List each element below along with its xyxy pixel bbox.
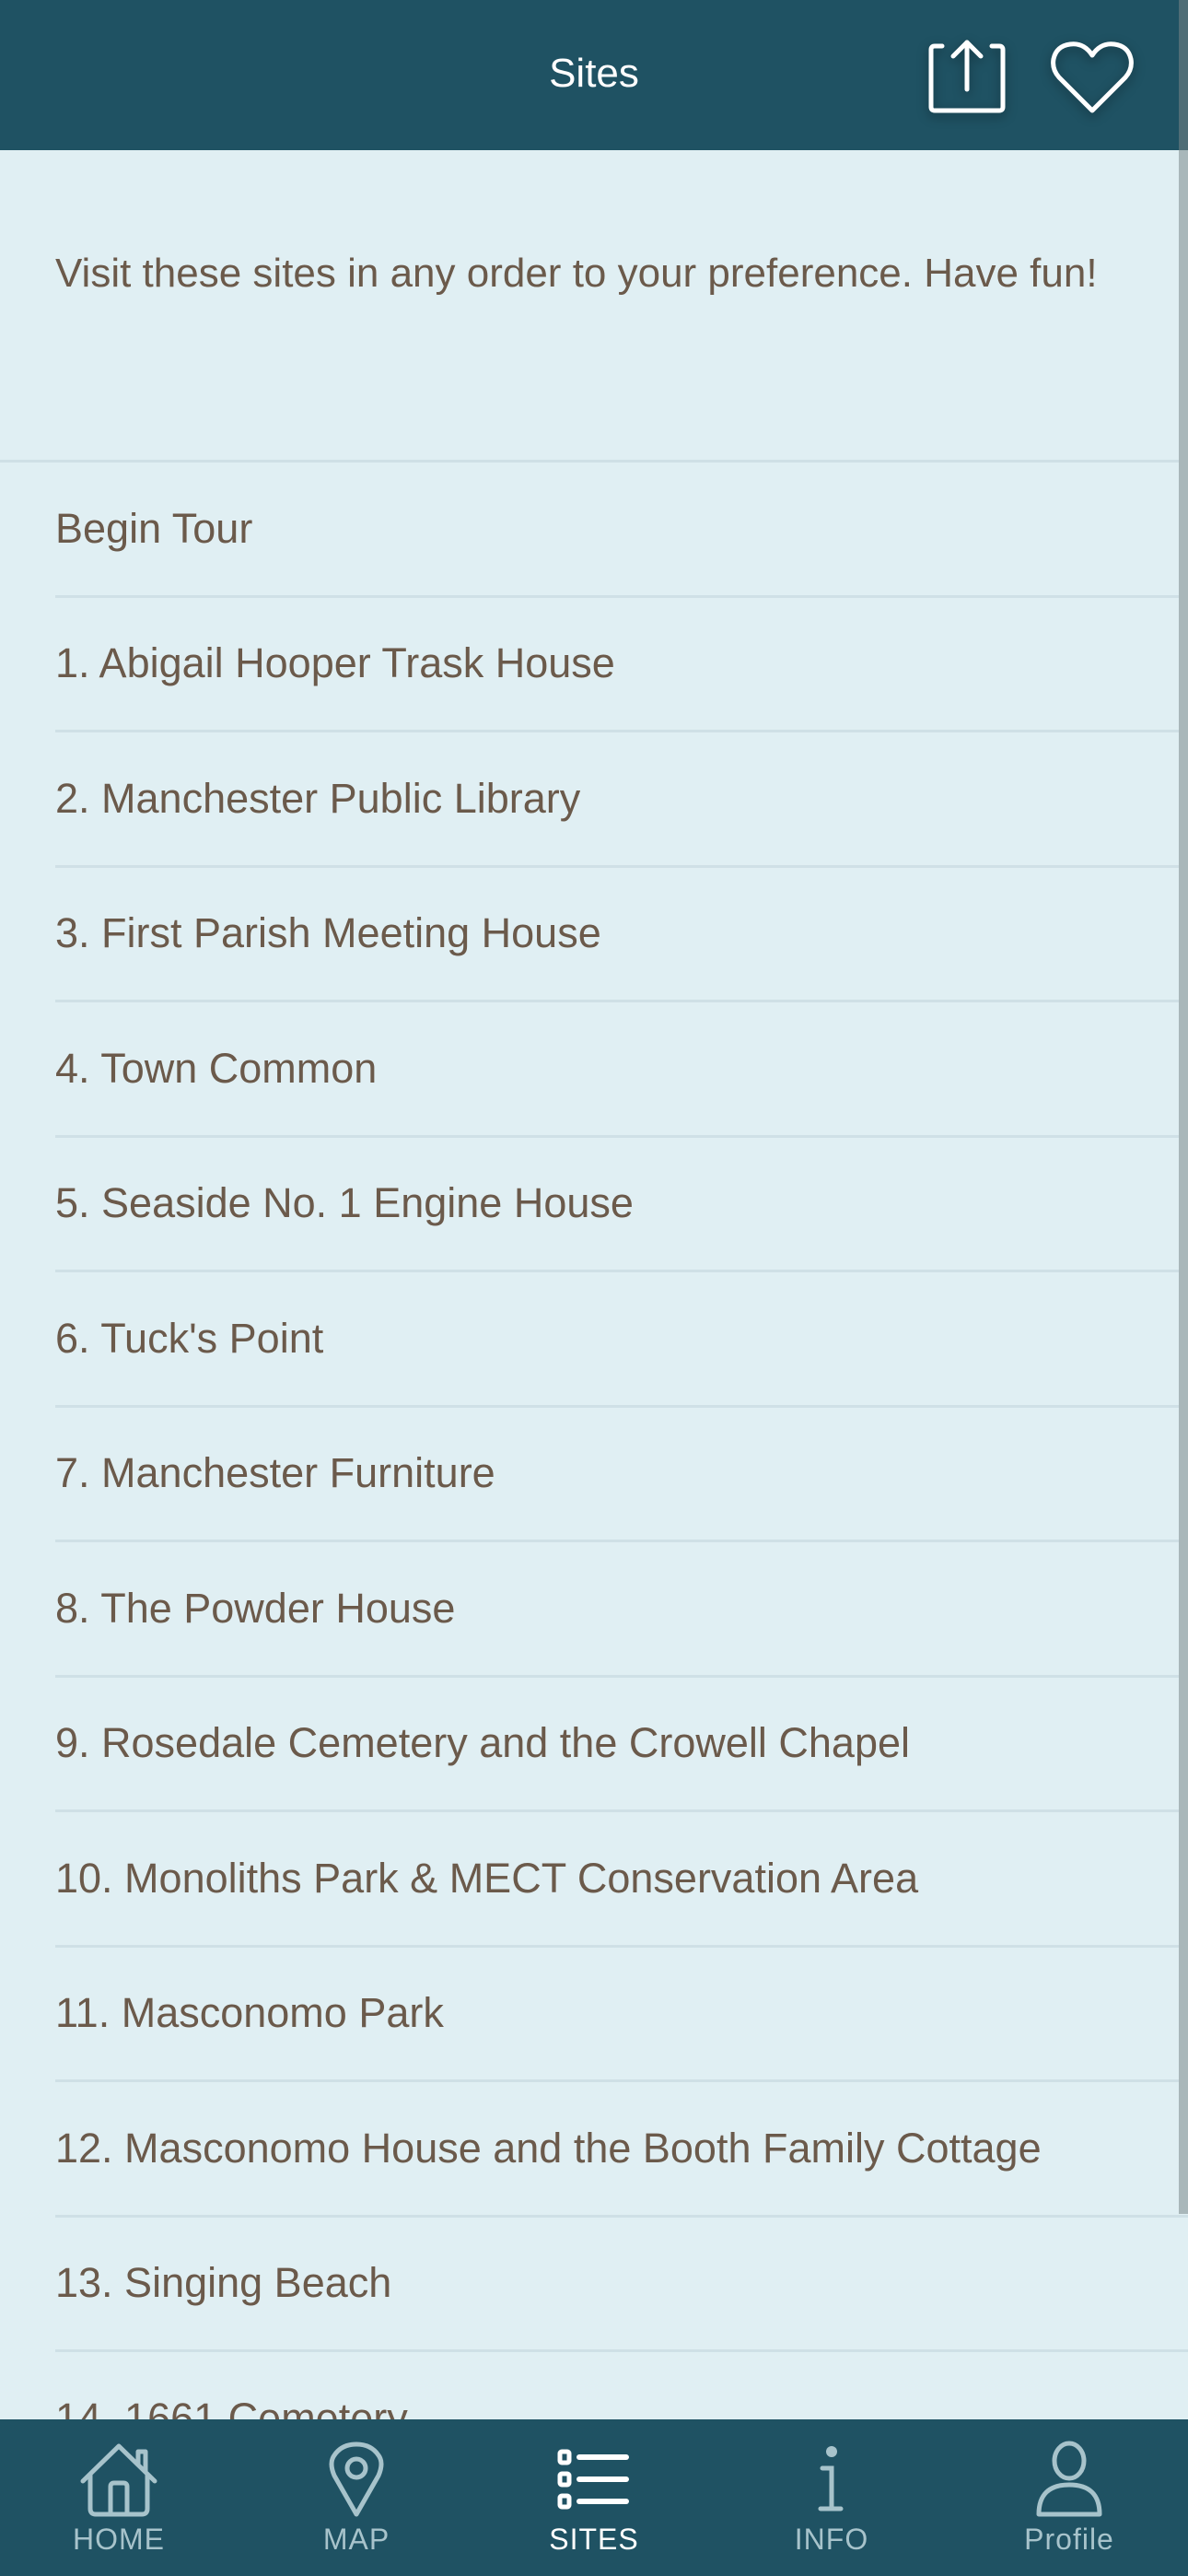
site-list-item-label: 12. Masconomo House and the Booth Family… xyxy=(55,2124,1042,2172)
site-list: Begin Tour 1. Abigail Hooper Trask House 2… xyxy=(0,463,1188,2419)
site-list-item-label: 10. Monoliths Park & MECT Conservation A… xyxy=(55,1854,919,1902)
site-list-item[interactable]: 8. The Powder House xyxy=(0,1542,1188,1678)
site-list-item-label: 11. Masconomo Park xyxy=(55,1989,444,2037)
site-list-item[interactable]: 4. Town Common xyxy=(0,1002,1188,1138)
site-list-item[interactable]: 12. Masconomo House and the Booth Family… xyxy=(0,2082,1188,2218)
site-list-item[interactable]: 2. Manchester Public Library xyxy=(0,732,1188,868)
site-list-item-label: 5. Seaside No. 1 Engine House xyxy=(55,1179,634,1227)
tab-profile[interactable]: Profile xyxy=(950,2419,1188,2576)
map-pin-icon xyxy=(327,2438,386,2521)
tab-map[interactable]: MAP xyxy=(238,2419,475,2576)
site-list-item-label: 2. Manchester Public Library xyxy=(55,774,581,822)
site-list-item[interactable]: 1. Abigail Hooper Trask House xyxy=(0,598,1188,732)
site-list-item-label: 7. Manchester Furniture xyxy=(55,1449,495,1497)
site-list-item-label: 6. Tuck's Point xyxy=(55,1314,324,1362)
scrollbar-track-edge xyxy=(1179,0,1188,150)
tab-label: Profile xyxy=(1024,2523,1114,2556)
scrollbar[interactable] xyxy=(1179,150,1188,2214)
tab-label: MAP xyxy=(322,2523,390,2556)
site-list-item-label: 1. Abigail Hooper Trask House xyxy=(55,639,615,687)
share-button[interactable] xyxy=(923,33,1011,122)
site-list-item-label: 8. The Powder House xyxy=(55,1584,456,1632)
site-list-item-label: Begin Tour xyxy=(55,504,253,552)
tab-label: HOME xyxy=(73,2523,165,2556)
site-list-item[interactable]: 10. Monoliths Park & MECT Conservation A… xyxy=(0,1812,1188,1948)
site-list-item[interactable]: 11. Masconomo Park xyxy=(0,1948,1188,2082)
tab-label: INFO xyxy=(794,2523,869,2556)
user-icon xyxy=(1034,2438,1104,2521)
begin-tour-item[interactable]: Begin Tour xyxy=(0,463,1188,598)
home-icon xyxy=(77,2438,160,2521)
site-list-item[interactable]: 9. Rosedale Cemetery and the Crowell Cha… xyxy=(0,1678,1188,1812)
tab-info[interactable]: INFO xyxy=(713,2419,950,2576)
tab-home[interactable]: HOME xyxy=(0,2419,238,2576)
bottom-tab-bar: HOME MAP SITES INFO Profile xyxy=(0,2419,1188,2576)
site-list-item-label: 13. Singing Beach xyxy=(55,2259,392,2307)
info-icon xyxy=(813,2438,850,2521)
site-list-item-label: 4. Town Common xyxy=(55,1044,378,1092)
heart-icon xyxy=(1051,41,1134,113)
site-list-item-label: 9. Rosedale Cemetery and the Crowell Cha… xyxy=(55,1719,910,1767)
favorite-button[interactable] xyxy=(1048,33,1136,122)
intro-text: Visit these sites in any order to your p… xyxy=(55,251,1098,296)
sites-content: Visit these sites in any order to your p… xyxy=(0,150,1188,2419)
tab-label: SITES xyxy=(549,2523,639,2556)
site-list-item[interactable]: 6. Tuck's Point xyxy=(0,1272,1188,1408)
site-list-item[interactable]: 7. Manchester Furniture xyxy=(0,1408,1188,1542)
header-bar: Sites xyxy=(0,0,1188,150)
site-list-item[interactable]: 5. Seaside No. 1 Engine House xyxy=(0,1138,1188,1272)
share-icon xyxy=(928,40,1006,113)
site-list-item[interactable]: 14. 1661 Cemetery xyxy=(0,2352,1188,2419)
site-list-item[interactable]: 13. Singing Beach xyxy=(0,2218,1188,2352)
tab-sites[interactable]: SITES xyxy=(475,2419,713,2576)
site-list-item[interactable]: 3. First Parish Meeting House xyxy=(0,868,1188,1002)
site-list-item-label: 14. 1661 Cemetery xyxy=(55,2394,408,2419)
list-icon xyxy=(557,2438,631,2521)
site-list-item-label: 3. First Parish Meeting House xyxy=(55,909,601,957)
